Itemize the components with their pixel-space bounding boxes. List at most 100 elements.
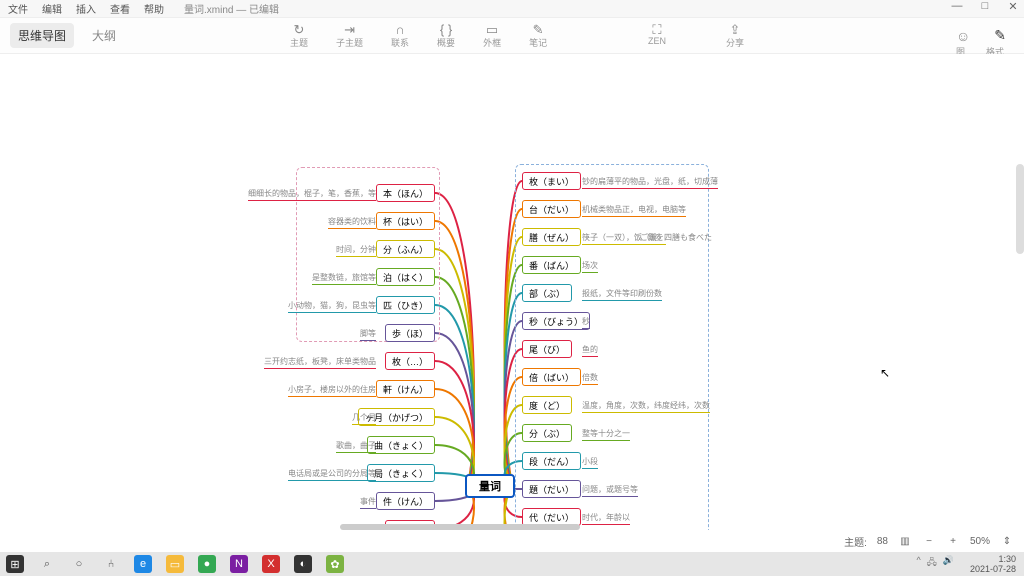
left-node[interactable]: 枚（…） — [385, 352, 435, 370]
zen-button[interactable]: ⛶ZEN — [648, 22, 666, 49]
boundary-button[interactable]: ▭外框 — [483, 22, 501, 49]
right-node[interactable]: 題（だい） — [522, 480, 581, 498]
taskbar-app-9[interactable]: ◐ — [294, 555, 312, 573]
left-desc: 容器类的饮料 — [328, 216, 376, 229]
right-desc: 报纸，文件等印刷份数 — [582, 288, 662, 301]
left-node[interactable]: 分（ふん） — [376, 240, 435, 258]
taskbar-app-1[interactable]: ⌕ — [38, 555, 56, 573]
right-desc: 场次 — [582, 260, 598, 273]
share-button[interactable]: ⇪分享 — [726, 22, 744, 49]
tab-mindmap[interactable]: 思维导图 — [10, 23, 74, 48]
right-desc: 秒 — [582, 316, 590, 329]
tab-outline[interactable]: 大纲 — [84, 23, 124, 48]
close-button[interactable]: ✕ — [1006, 0, 1020, 13]
note-button[interactable]: ✎笔记 — [529, 22, 547, 49]
document-title: 量词.xmind — 已编辑 — [184, 1, 279, 16]
zoom-level[interactable]: 50% — [970, 536, 990, 547]
menu-view[interactable]: 查看 — [110, 1, 130, 16]
taskbar-app-8[interactable]: X — [262, 555, 280, 573]
right-node[interactable]: 台（だい） — [522, 200, 581, 218]
right-node[interactable]: 分（ぶ） — [522, 424, 572, 442]
right-node[interactable]: 番（ばん） — [522, 256, 581, 274]
left-desc: 脚等 — [360, 328, 376, 341]
relation-icon: ∩ — [395, 22, 404, 36]
left-node[interactable]: 件（けん） — [376, 492, 435, 510]
left-node[interactable]: 歩（ほ） — [385, 324, 435, 342]
left-desc: 细细长的物品，棍子，笔，香蕉，等 — [248, 188, 376, 201]
left-node[interactable]: 軒（けん） — [376, 380, 435, 398]
summary-button[interactable]: { }概要 — [437, 22, 455, 49]
menu-insert[interactable]: 插入 — [76, 1, 96, 16]
menu-edit[interactable]: 编辑 — [42, 1, 62, 16]
minimize-button[interactable]: — — [950, 0, 964, 13]
fullscreen-icon: ⛶ — [652, 22, 661, 36]
topic-icon: ↻ — [294, 22, 305, 36]
right-desc: 整等十分之一 — [582, 428, 630, 441]
right-node[interactable]: 度（ど） — [522, 396, 572, 414]
menu-help[interactable]: 帮助 — [144, 1, 164, 16]
emoji-button[interactable]: ☺ — [956, 28, 970, 44]
taskbar: ⊞ ⌕ ○ ⑃ e ▭ ● NX ◐ ✿ ^🖧🔊 1:30 2021-07-28 — [0, 552, 1024, 576]
right-desc: 机械类物品正，电视，电脑等 — [582, 204, 686, 217]
left-desc: 歌曲，曲子 — [336, 440, 376, 453]
topic-button[interactable]: ↻主题 — [290, 22, 308, 49]
right-node[interactable]: 段（だん） — [522, 452, 581, 470]
left-desc: 事件 — [360, 496, 376, 509]
boundary-icon: ▭ — [486, 22, 498, 36]
mouse-cursor: ↖ — [880, 366, 890, 380]
taskbar-app-4[interactable]: e — [134, 555, 152, 573]
zoom-in-button[interactable]: + — [946, 536, 960, 547]
center-node[interactable]: 量词 — [465, 474, 515, 498]
left-desc: 小房子，楼房以外的住房 — [288, 384, 376, 397]
horizontal-scroll-track — [300, 524, 710, 530]
taskbar-app-2[interactable]: ○ — [70, 555, 88, 573]
left-node[interactable]: 杯（はい） — [376, 212, 435, 230]
horizontal-scrollbar[interactable] — [340, 524, 580, 530]
left-desc: 电话局或是公司的分局等 — [288, 468, 376, 481]
left-desc: 是整数链，旅馆等 — [312, 272, 376, 285]
left-node[interactable]: 曲（きょく） — [367, 436, 435, 454]
map-view-icon[interactable]: ▥ — [898, 536, 912, 547]
taskbar-app-3[interactable]: ⑃ — [102, 555, 120, 573]
subtopic-icon: ⇥ — [344, 22, 355, 36]
canvas[interactable]: 量词 本（ほん）细细长的物品，棍子，笔，香蕉，等杯（はい）容器类的饮料分（ふん）… — [0, 54, 1024, 530]
left-desc: 三开约志纸，板凳，床单类物品 — [264, 356, 376, 369]
right-node[interactable]: 部（ぶ） — [522, 284, 572, 302]
right-desc: 鱼的 — [582, 344, 598, 357]
window-controls: — □ ✕ — [950, 0, 1020, 13]
right-node[interactable]: 秒（びょう） — [522, 312, 590, 330]
left-desc: 时间，分钟 — [336, 244, 376, 257]
taskbar-app-6[interactable]: ● — [198, 555, 216, 573]
taskbar-app-5[interactable]: ▭ — [166, 555, 184, 573]
left-node[interactable]: 匹（ひき） — [376, 296, 435, 314]
right-desc: 倍数 — [582, 372, 598, 385]
left-desc: 几个月 — [352, 412, 376, 425]
right-node[interactable]: 膳（ぜん） — [522, 228, 581, 246]
zoom-arrows-icon[interactable]: ⇕ — [1000, 536, 1014, 547]
taskbar-app-10[interactable]: ✿ — [326, 555, 344, 573]
subtopic-button[interactable]: ⇥子主题 — [336, 22, 363, 49]
topics-count: 88 — [877, 536, 888, 547]
systray[interactable]: ^🖧🔊 — [917, 555, 955, 571]
right-desc: 问题，或题号等 — [582, 484, 638, 497]
right-node[interactable]: 尾（び） — [522, 340, 572, 358]
right-node[interactable]: 枚（まい） — [522, 172, 581, 190]
maximize-button[interactable]: □ — [978, 0, 992, 13]
left-node[interactable]: 局（きょく） — [367, 464, 435, 482]
right-desc-extra: ご飯を四膳も食べた — [640, 232, 712, 243]
vertical-scrollbar[interactable] — [1016, 164, 1024, 254]
menubar: 文件 编辑 插入 查看 帮助 量词.xmind — 已编辑 — [0, 0, 1024, 18]
taskbar-app-7[interactable]: N — [230, 555, 248, 573]
summary-icon: { } — [440, 22, 452, 36]
share-icon: ⇪ — [730, 22, 741, 36]
zoom-out-button[interactable]: − — [922, 536, 936, 547]
right-node[interactable]: 倍（ばい） — [522, 368, 581, 386]
left-node[interactable]: 本（ほん） — [376, 184, 435, 202]
relation-button[interactable]: ∩联系 — [391, 22, 409, 49]
right-desc: 钞的扁薄平的物品，光盘，纸，切成薄 — [582, 176, 718, 189]
taskbar-app-0[interactable]: ⊞ — [6, 555, 24, 573]
brush-button[interactable]: ✎ — [994, 27, 1006, 44]
clock[interactable]: 1:30 2021-07-28 — [970, 554, 1016, 574]
left-node[interactable]: 泊（はく） — [376, 268, 435, 286]
menu-file[interactable]: 文件 — [8, 1, 28, 16]
